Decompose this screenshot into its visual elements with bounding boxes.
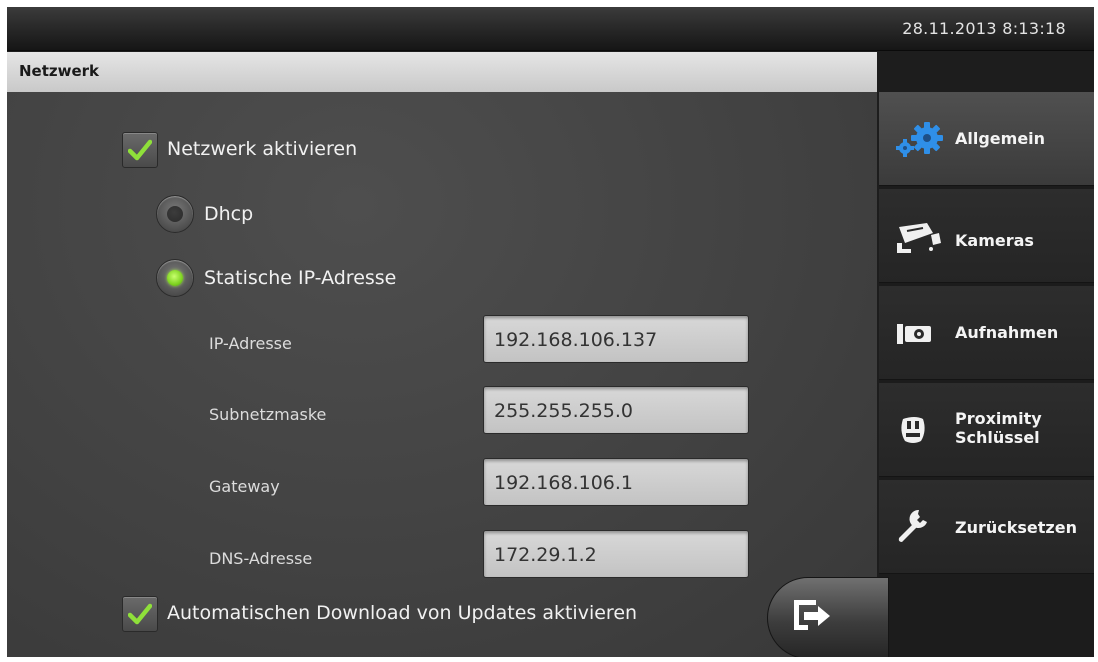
exit-arrow-icon bbox=[794, 600, 830, 630]
sidebar-item-aufnahmen[interactable]: Aufnahmen bbox=[879, 286, 1094, 380]
sidebar-item-allgemein[interactable]: Allgemein bbox=[879, 92, 1094, 186]
dns-address-label: DNS-Adresse bbox=[209, 549, 313, 568]
checkmark-icon bbox=[128, 139, 152, 161]
sidebar-item-proximity-schluessel[interactable]: Proximity Schlüssel bbox=[879, 383, 1094, 477]
sidebar-item-label: Aufnahmen bbox=[955, 323, 1059, 342]
status-bar: 28.11.2013 8:13:18 bbox=[7, 7, 1094, 51]
sidebar-item-label: Allgemein bbox=[955, 129, 1046, 148]
recordings-icon bbox=[893, 322, 937, 350]
sidebar-item-label-line2: Schlüssel bbox=[955, 428, 1040, 447]
ip-address-field[interactable]: 192.168.106.137 bbox=[483, 315, 749, 363]
checkmark-icon bbox=[128, 603, 152, 625]
subnet-mask-field[interactable]: 255.255.255.0 bbox=[483, 386, 749, 434]
sidebar-item-label: Zurücksetzen bbox=[955, 518, 1077, 537]
camera-icon bbox=[893, 221, 943, 259]
wrench-icon bbox=[893, 508, 937, 548]
radio-indicator bbox=[167, 206, 183, 222]
network-settings-panel: Netzwerk aktivieren Dhcp Statische IP-Ad… bbox=[7, 92, 877, 657]
auto-update-checkbox[interactable] bbox=[122, 596, 158, 632]
ip-address-label: IP-Adresse bbox=[209, 334, 292, 353]
gears-icon bbox=[893, 120, 947, 164]
sidebar-item-zuruecksetzen[interactable]: Zurücksetzen bbox=[879, 480, 1094, 574]
enable-network-label: Netzwerk aktivieren bbox=[167, 138, 358, 160]
sidebar-item-label-line1: Proximity bbox=[955, 409, 1042, 428]
dhcp-radio[interactable] bbox=[156, 195, 194, 233]
gateway-field[interactable]: 192.168.106.1 bbox=[483, 458, 749, 506]
static-ip-label: Statische IP-Adresse bbox=[204, 267, 397, 289]
sidebar-item-kameras[interactable]: Kameras bbox=[879, 189, 1094, 283]
subnet-mask-label: Subnetzmaske bbox=[209, 405, 327, 424]
radio-indicator bbox=[167, 270, 183, 286]
static-ip-radio[interactable] bbox=[156, 259, 194, 297]
settings-sidebar: Allgemein Kameras Aufnahmen Proximity Sc… bbox=[879, 92, 1094, 657]
app-window: 28.11.2013 8:13:18 Netzwerk Netzwerk akt… bbox=[7, 7, 1094, 657]
dns-address-field[interactable]: 172.29.1.2 bbox=[483, 530, 749, 578]
page-header: Netzwerk bbox=[7, 52, 877, 92]
key-tag-icon bbox=[893, 415, 937, 449]
exit-button[interactable] bbox=[767, 577, 889, 657]
gateway-label: Gateway bbox=[209, 477, 280, 496]
dhcp-label: Dhcp bbox=[204, 203, 254, 225]
page-title: Netzwerk bbox=[19, 62, 100, 80]
datetime-display: 28.11.2013 8:13:18 bbox=[902, 19, 1066, 38]
enable-network-checkbox[interactable] bbox=[122, 132, 158, 168]
sidebar-item-label: Kameras bbox=[955, 231, 1034, 250]
auto-update-label: Automatischen Download von Updates aktiv… bbox=[167, 602, 638, 624]
